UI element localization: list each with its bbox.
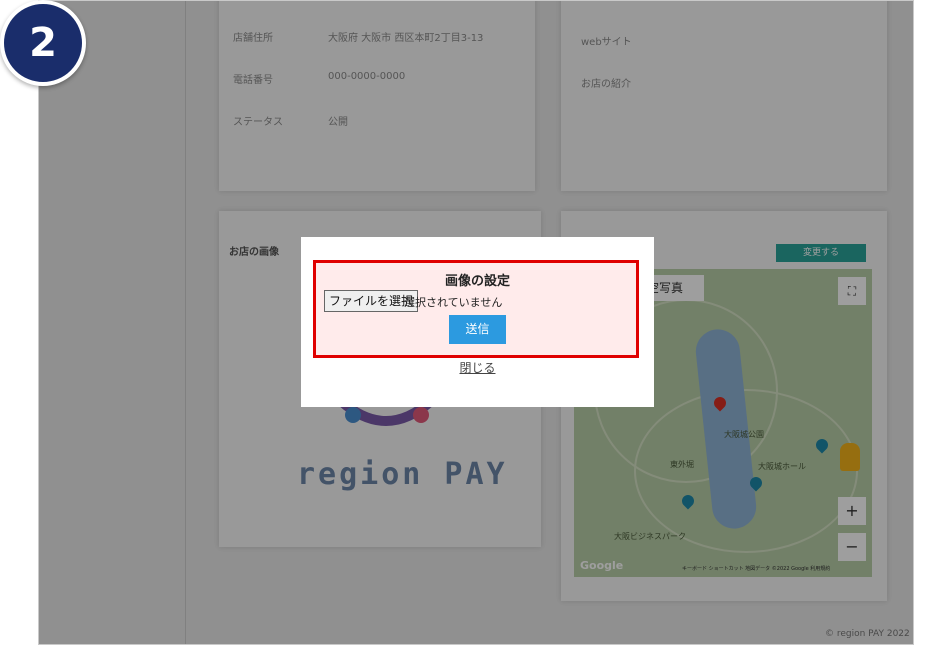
modal-title: 画像の設定 xyxy=(444,274,510,289)
submit-button[interactable]: 送信 xyxy=(449,315,506,344)
close-link-label[interactable]: 閉じる xyxy=(459,361,495,375)
close-link[interactable]: 閉じる xyxy=(301,359,654,376)
file-status-text: 選択されていません xyxy=(404,296,503,309)
step-badge: 2 xyxy=(0,0,86,86)
